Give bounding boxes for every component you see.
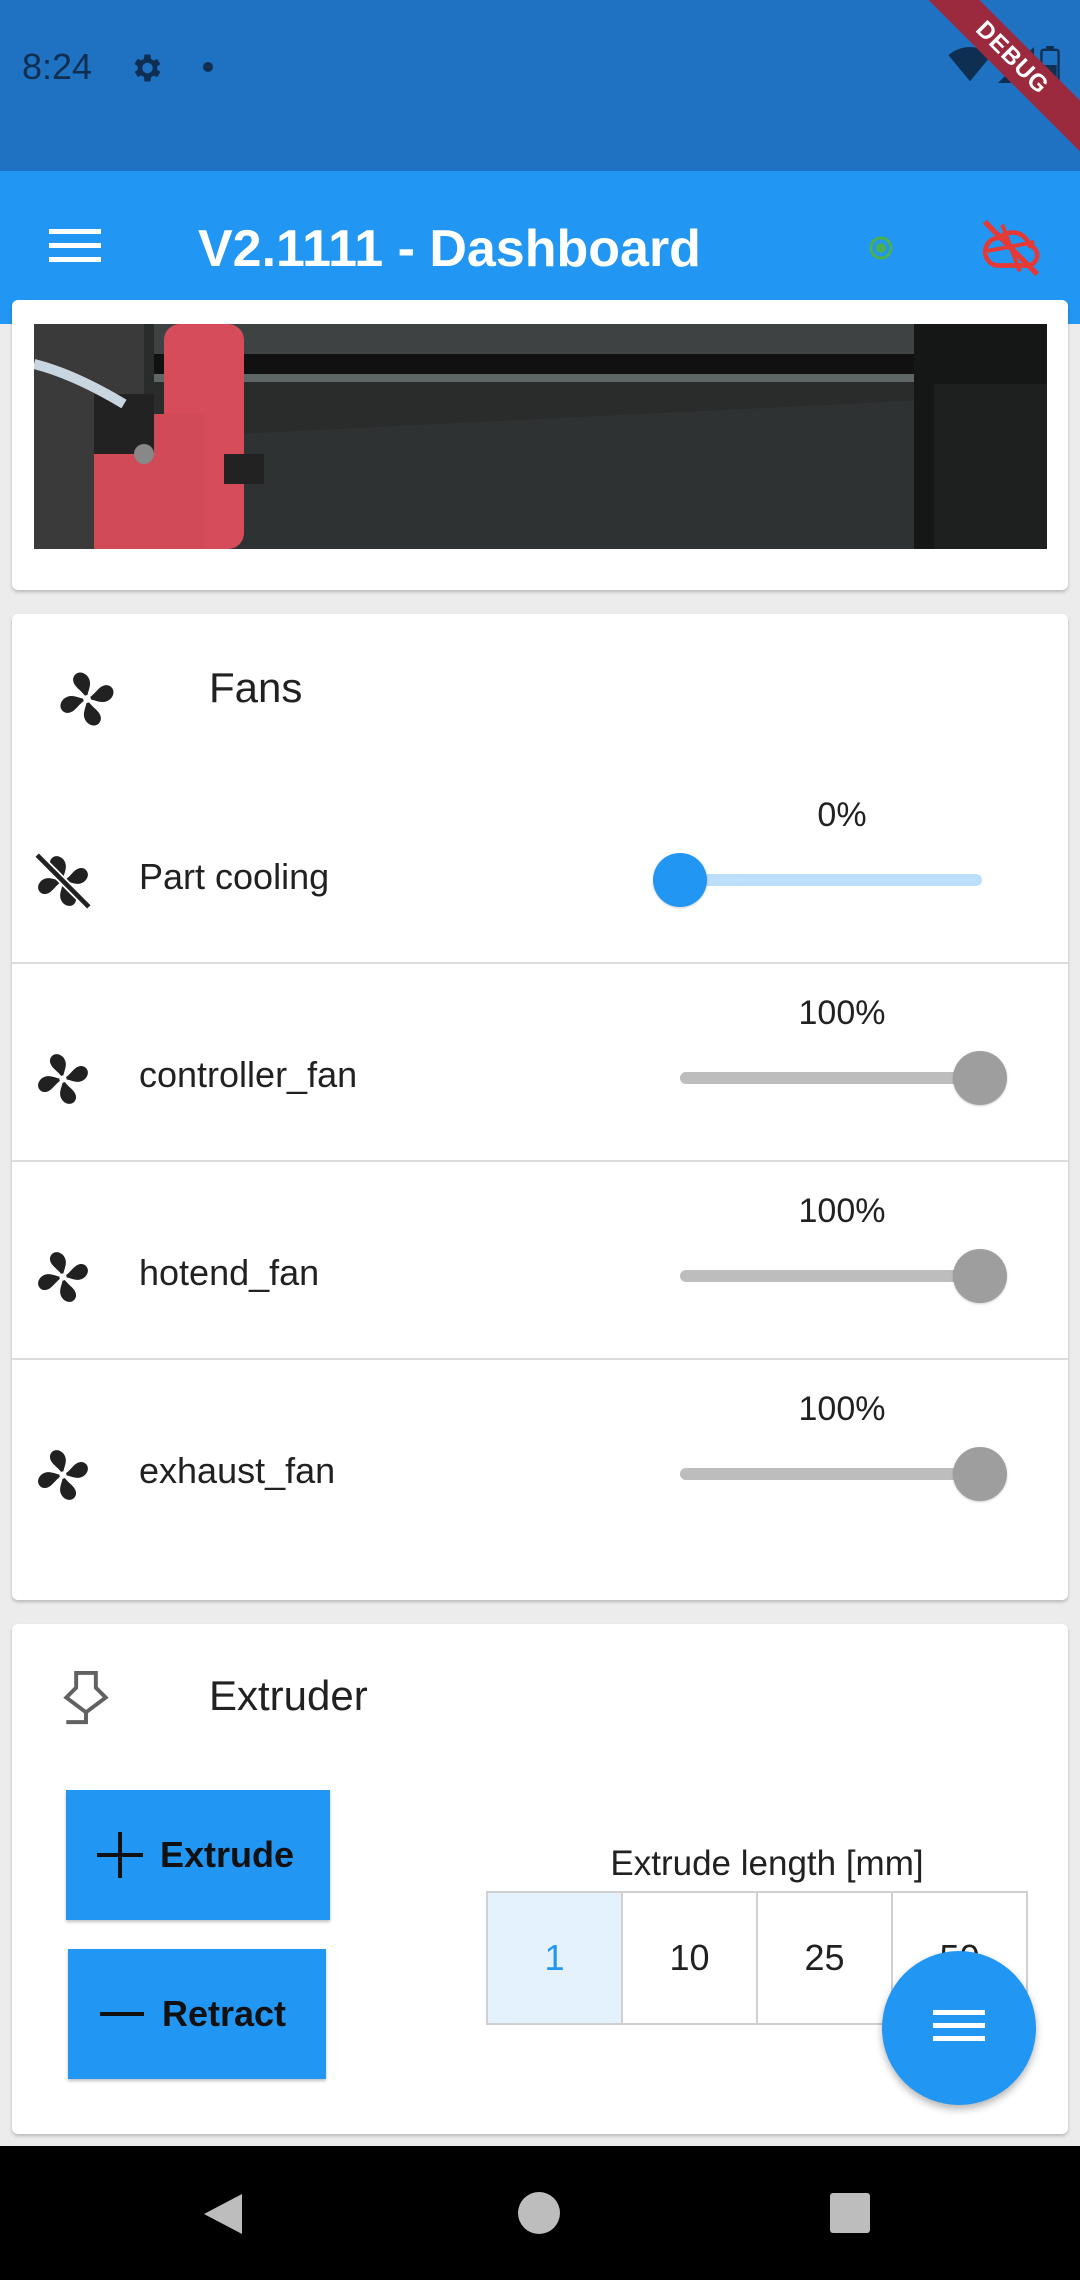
length-option-1[interactable]: 1 [488, 1893, 623, 2023]
fan-row-hotend-fan: hotend_fan 100% [12, 1162, 1068, 1360]
fan-icon [54, 666, 120, 737]
fans-card: Fans Part cooling 0% controller_fan 100% [12, 614, 1068, 1600]
fan-icon [32, 1444, 94, 1511]
webcam-feed-picture [34, 324, 1047, 549]
status-time: 8:24 [22, 46, 93, 87]
slider-thumb[interactable] [653, 853, 707, 907]
cloud-off-button[interactable] [976, 213, 1046, 288]
extruder-title: Extruder [209, 1672, 368, 1719]
extrude-button-label: Extrude [160, 1834, 295, 1875]
extrude-length-title: Extrude length [mm] [610, 1844, 924, 1883]
slider-thumb [953, 1249, 1007, 1303]
slider-thumb [953, 1447, 1007, 1501]
extrude-button[interactable]: Extrude [66, 1790, 330, 1920]
menu-fab[interactable] [882, 1951, 1036, 2105]
fan-speed-slider[interactable] [653, 853, 982, 907]
minus-icon [82, 2009, 162, 2019]
menu-button[interactable] [42, 215, 108, 281]
connection-status-icon [868, 235, 894, 266]
fan-value: 100% [798, 994, 886, 1032]
fan-label: exhaust_fan [139, 1450, 336, 1491]
slider-track [700, 874, 982, 886]
slider-track [680, 1468, 980, 1480]
menu-icon [933, 2008, 985, 2049]
cloud-off-icon [982, 219, 1040, 277]
recent-apps-icon[interactable] [830, 2193, 870, 2233]
fan-icon [32, 1048, 94, 1115]
plus-icon [80, 1830, 160, 1880]
home-icon[interactable] [518, 2192, 560, 2234]
fan-speed-slider [680, 1249, 1007, 1303]
length-option-10[interactable]: 10 [623, 1893, 758, 2023]
extruder-icon [56, 1668, 116, 1737]
fan-off-icon [32, 850, 94, 917]
fan-label: hotend_fan [139, 1252, 320, 1293]
gear-icon [128, 50, 164, 91]
screen: 8:24 DEBUG V2.1111 - Dashboard Fans Part… [0, 0, 1080, 2280]
slider-track [680, 1270, 980, 1282]
retract-button[interactable]: Retract [68, 1949, 326, 2079]
fan-value: 100% [798, 1390, 886, 1428]
slider-thumb [953, 1051, 1007, 1105]
fan-value: 0% [817, 796, 867, 834]
fan-row-exhaust-fan: exhaust_fan 100% [12, 1360, 1068, 1558]
back-icon[interactable] [202, 2192, 244, 2241]
retract-button-label: Retract [162, 1993, 287, 2034]
fan-speed-slider [680, 1447, 1007, 1501]
system-nav-bar [0, 2146, 1080, 2280]
fan-speed-slider [680, 1051, 1007, 1105]
fan-row-part-cooling: Part cooling 0% [12, 766, 1068, 964]
notification-dot-icon [203, 62, 213, 72]
slider-track [680, 1072, 980, 1084]
webcam-image[interactable] [34, 324, 1047, 549]
webcam-card [12, 300, 1068, 590]
fan-value: 100% [798, 1192, 886, 1230]
menu-icon [49, 227, 101, 270]
fan-icon [32, 1246, 94, 1313]
fan-label: controller_fan [139, 1054, 358, 1095]
fan-row-controller-fan: controller_fan 100% [12, 964, 1068, 1162]
length-option-25[interactable]: 25 [758, 1893, 893, 2023]
fan-label: Part cooling [139, 856, 330, 897]
fans-title: Fans [209, 664, 303, 711]
status-bar: 8:24 DEBUG [0, 0, 1080, 171]
page-title: V2.1111 - Dashboard [198, 220, 701, 278]
